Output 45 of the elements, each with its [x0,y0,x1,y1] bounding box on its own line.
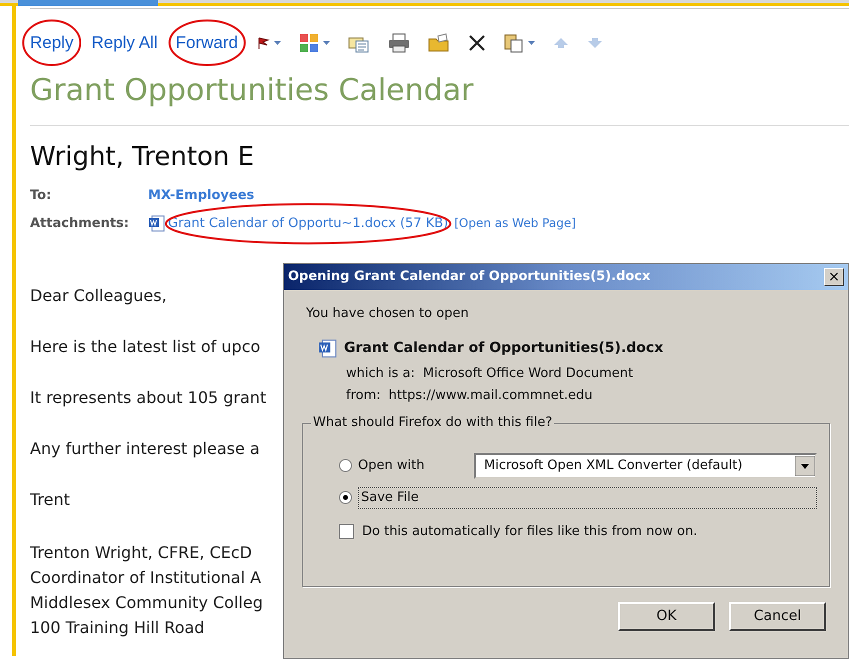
radio-label[interactable]: Open with [358,456,468,476]
caret-icon [322,41,330,45]
flag-icon[interactable] [256,36,270,50]
folder-icon[interactable] [428,33,450,53]
message-subject: Grant Opportunities Calendar [30,72,474,110]
toolbar-link[interactable]: Reply All [91,33,158,52]
clipboard-icon[interactable] [504,33,524,53]
dropdown-arrow-icon [795,456,815,476]
radio-button[interactable] [339,491,352,504]
type-label: which is a: [346,364,415,382]
body-paragraph: It represents about 105 grant [30,387,266,409]
body-paragraph: Dear Colleagues, [30,285,167,307]
recipient-link[interactable]: MX-Employees [148,186,254,206]
word-document-icon [318,338,338,358]
from-label: from: [346,386,381,404]
close-button[interactable]: × [824,268,844,286]
dialog-button[interactable]: OK [618,602,715,630]
signature-line: Trenton Wright, CFRE, CEcD [30,542,252,564]
dialog-button[interactable]: Cancel [729,602,826,630]
radio-button[interactable] [339,459,352,472]
radio-label[interactable]: Save File [358,486,817,508]
signature-line: 100 Training Hill Road [30,617,204,639]
field-label: To: [30,187,52,205]
signature-line: Coordinator of Institutional A [30,567,262,589]
checkbox-label[interactable]: Do this automatically for files like this from now on. [362,522,698,541]
source-url: https://www.mail.commnet.edu [388,386,592,404]
signature-line: Middlesex Community Colleg [30,592,263,614]
printer-icon[interactable] [388,33,410,53]
body-paragraph: Trent [30,489,70,511]
checkbox[interactable] [339,524,354,539]
field-label: Attachments: [30,214,130,232]
intro-text: You have chosen to open [306,305,470,323]
dialog-title: Opening Grant Calendar of Opportunities(5).docx [288,268,650,286]
caret-icon [274,41,281,45]
body-paragraph: Here is the latest list of upco [30,336,260,358]
word-document-icon [148,214,166,232]
file-type: Microsoft Office Word Document [422,364,634,382]
body-paragraph: Any further interest please a [30,438,260,460]
categories-icon[interactable] [298,33,319,53]
open-web-page-link[interactable]: [Open as Web Page] [454,214,576,232]
delete-icon[interactable] [468,34,486,52]
file-name: Grant Calendar of Opportunities(5).docx [344,338,664,358]
application-dropdown[interactable]: Microsoft Open XML Converter (default) [474,452,817,478]
sender-name: Wright, Trenton E [30,141,254,174]
caret-icon [528,41,535,45]
